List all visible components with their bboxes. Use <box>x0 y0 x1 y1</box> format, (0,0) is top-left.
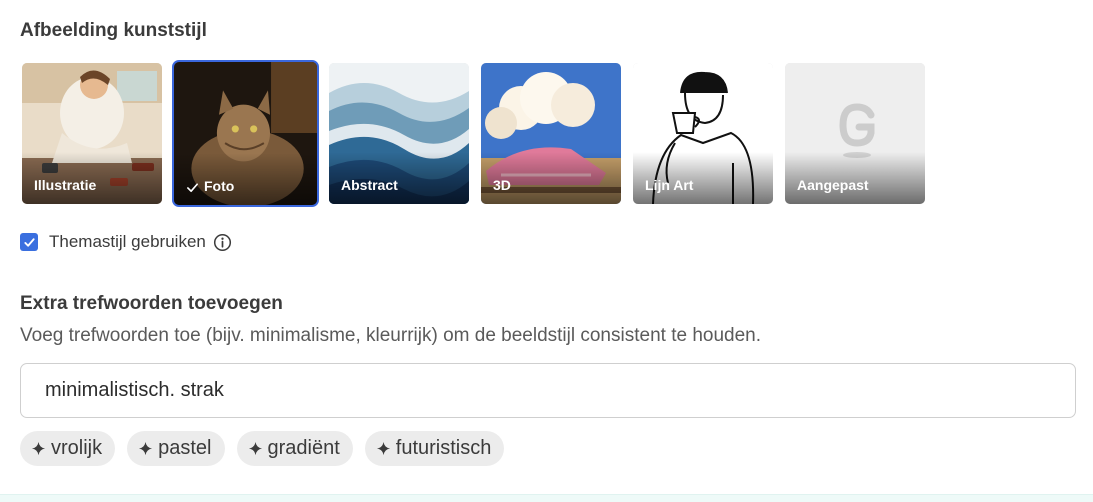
style-label: Illustratie <box>22 152 162 204</box>
art-style-options: Illustratie Foto Abstract 3D Lijn Art Aa… <box>22 60 925 207</box>
keyword-chip[interactable]: vrolijk <box>20 431 116 466</box>
keywords-title: Extra trefwoorden toevoegen <box>20 293 283 314</box>
style-label: Aangepast <box>785 152 925 204</box>
theme-style-checkbox[interactable] <box>20 233 38 251</box>
sparkle-icon <box>248 441 262 456</box>
sparkle-icon <box>31 441 46 456</box>
style-option-3d[interactable]: 3D <box>481 63 621 204</box>
style-option-illustration[interactable]: Illustratie <box>22 63 162 204</box>
sparkle-icon <box>376 441 390 456</box>
sparkle-icon <box>139 441 153 456</box>
keywords-input[interactable] <box>20 363 1076 418</box>
info-icon[interactable] <box>213 233 232 252</box>
style-label: Foto <box>174 153 317 205</box>
style-option-photo[interactable]: Foto <box>172 60 319 207</box>
checkmark-icon <box>23 237 35 247</box>
style-option-abstract[interactable]: Abstract <box>329 63 469 204</box>
keyword-chip[interactable]: futuristisch <box>364 431 505 466</box>
style-label: Abstract <box>329 152 469 204</box>
style-label: Lijn Art <box>633 152 773 204</box>
keywords-description: Voeg trefwoorden toe (bijv. minimalisme,… <box>20 325 761 346</box>
theme-style-row: Themastijl gebruiken <box>20 232 232 252</box>
style-option-line-art[interactable]: Lijn Art <box>633 63 773 204</box>
keyword-chip[interactable]: pastel <box>127 431 225 466</box>
bottom-divider <box>0 494 1093 502</box>
keyword-suggestions: vrolijk pastel gradiënt futuristisch <box>20 431 505 466</box>
keyword-chip[interactable]: gradiënt <box>236 431 353 466</box>
check-icon <box>187 183 198 193</box>
art-style-title: Afbeelding kunststijl <box>20 20 207 41</box>
theme-style-label: Themastijl gebruiken <box>49 232 206 251</box>
style-label: 3D <box>481 152 621 204</box>
style-option-custom[interactable]: Aangepast <box>785 63 925 204</box>
